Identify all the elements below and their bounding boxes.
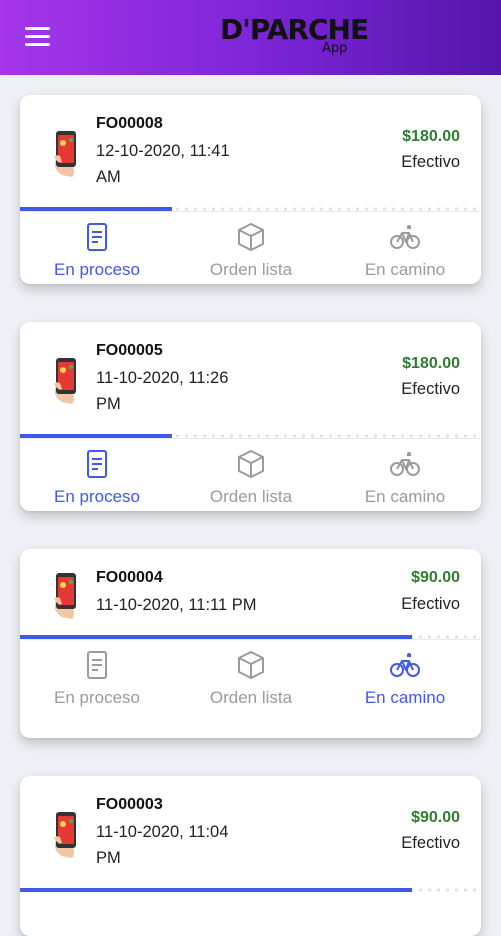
order-amount: $90.00 [411,569,460,586]
order-id: FO00004 [96,569,163,586]
app-header: D'PARCHE App [0,0,501,75]
bicycle-icon [390,225,420,249]
order-steps: En proceso Orden lista En camino [20,212,481,284]
document-icon [87,223,107,251]
order-amount: $180.00 [402,128,460,145]
order-card[interactable]: FO00003 11-10-2020, 11:04 PM $90.00 Efect… [20,776,481,936]
order-date: 11-10-2020, 11:04 PM [96,823,229,867]
order-date: 11-10-2020, 11:11 PM [96,596,257,614]
step-en-proceso[interactable]: En proceso [20,212,174,284]
step-orden-lista[interactable]: Orden lista [174,640,328,712]
order-progress-bar [20,888,481,892]
order-id: FO00005 [96,342,163,359]
bicycle-icon [390,452,420,476]
order-date: 12-10-2020, 11:41 AM [96,142,230,186]
box-icon [238,651,264,679]
payment-method: Efectivo [401,380,460,398]
step-en-camino[interactable]: En camino [328,640,481,712]
order-card[interactable]: FO00004 11-10-2020, 11:11 PM $90.00 Efec… [20,549,481,738]
step-en-proceso[interactable]: En proceso [20,439,174,511]
box-icon [238,450,264,478]
phone-payment-icon [54,131,76,177]
box-icon [238,223,264,251]
order-steps: En proceso Orden lista En camino [20,439,481,511]
phone-payment-icon [54,812,76,858]
step-label: Orden lista [209,688,293,707]
step-en-proceso[interactable]: En proceso [20,640,174,712]
step-en-camino[interactable]: En camino [328,212,481,284]
order-amount: $180.00 [402,355,460,372]
step-label: Orden lista [209,260,293,279]
step-label: En camino [364,260,446,279]
document-icon [87,450,107,478]
step-en-camino[interactable]: En camino [328,439,481,511]
order-card[interactable]: FO00008 12-10-2020, 11:41 AM $180.00 Efec… [20,95,481,284]
payment-method: Efectivo [401,834,460,852]
phone-payment-icon [54,358,76,404]
logo-subtext: App [322,41,348,56]
order-id: FO00008 [96,115,163,132]
step-label: En proceso [54,260,140,279]
step-label: Orden lista [209,487,293,506]
phone-payment-icon [54,573,76,619]
step-label: En proceso [54,688,140,707]
document-icon [87,651,107,679]
order-id: FO00003 [96,796,163,813]
step-orden-lista[interactable]: Orden lista [174,439,328,511]
step-label: En proceso [54,487,140,506]
step-label: En camino [364,688,446,707]
order-amount: $90.00 [411,809,460,826]
step-orden-lista[interactable]: Orden lista [174,212,328,284]
bicycle-icon [390,653,420,677]
order-card[interactable]: FO00005 11-10-2020, 11:26 PM $180.00 Efec… [20,322,481,511]
order-steps: En proceso Orden lista En camino [20,640,481,712]
step-label: En camino [364,487,446,506]
payment-method: Efectivo [401,153,460,171]
menu-icon[interactable] [25,27,50,47]
order-date: 11-10-2020, 11:26 PM [96,369,229,413]
app-logo: D'PARCHE App [220,12,369,56]
payment-method: Efectivo [401,595,460,613]
